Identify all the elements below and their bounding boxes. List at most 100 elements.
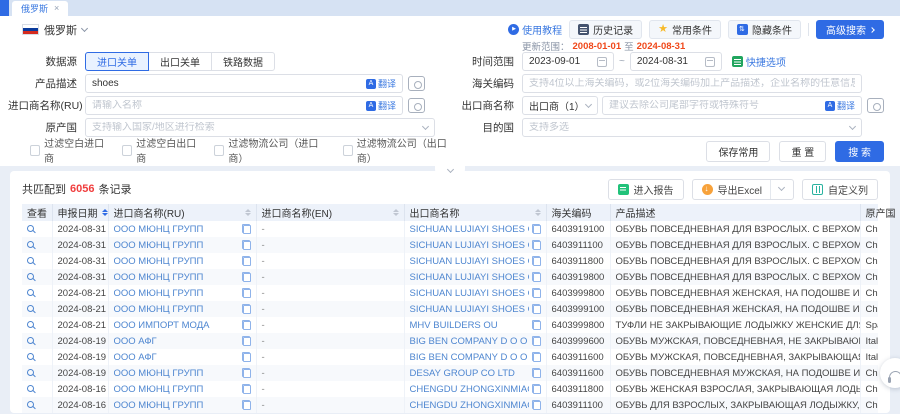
translate-link[interactable]: A 翻译 xyxy=(366,99,396,112)
table-row[interactable]: 2024-08-16 ООО МЮНЦ ГРУПП - CHENGDU ZHON… xyxy=(22,381,878,397)
checkbox-logistics-importer[interactable]: 过滤物流公司（进口商） xyxy=(214,135,327,165)
sort-icon[interactable] xyxy=(393,209,399,216)
table-row[interactable]: 2024-08-31 ООО МЮНЦ ГРУПП - SICHUAN LUJI… xyxy=(22,221,878,237)
quick-options-link[interactable]: 快捷选项 xyxy=(732,54,786,69)
export-excel-button[interactable]: 导出Excel xyxy=(692,179,794,200)
copy-icon[interactable] xyxy=(242,400,251,410)
magnifier-icon[interactable] xyxy=(27,257,34,264)
copy-icon[interactable] xyxy=(242,304,251,314)
save-favorite-button[interactable]: 保存常用 xyxy=(706,141,770,162)
copy-icon[interactable] xyxy=(242,336,251,346)
checkbox-blank-exporter[interactable]: 过滤空白出口商 xyxy=(122,135,199,165)
screenshot-camera-icon[interactable] xyxy=(867,98,884,113)
origin-input[interactable] xyxy=(92,122,419,133)
reset-button[interactable]: 重 置 xyxy=(779,141,826,162)
history-button[interactable]: 历史记录 xyxy=(569,20,642,39)
copy-icon[interactable] xyxy=(532,320,541,330)
hide-conditions-button[interactable]: 隐藏条件 xyxy=(728,20,801,39)
date-start-input[interactable] xyxy=(529,56,593,67)
magnifier-icon[interactable] xyxy=(27,305,34,312)
destination-select[interactable] xyxy=(522,118,862,137)
copy-icon[interactable] xyxy=(532,384,541,394)
sort-icon[interactable] xyxy=(535,209,541,216)
table-row[interactable]: 2024-08-21 ООО МЮНЦ ГРУПП - SICHUAN LUJI… xyxy=(22,285,878,301)
hs-code-input[interactable] xyxy=(529,78,855,89)
checkbox-blank-importer[interactable]: 过滤空白进口商 xyxy=(30,135,107,165)
close-icon[interactable]: × xyxy=(54,4,59,13)
date-start-field[interactable] xyxy=(522,52,614,71)
copy-icon[interactable] xyxy=(532,400,541,410)
copy-icon[interactable] xyxy=(532,288,541,298)
country-selector[interactable]: 俄罗斯 xyxy=(22,22,87,38)
checkbox-icon[interactable] xyxy=(343,145,353,156)
magnifier-icon[interactable] xyxy=(27,401,34,408)
table-row[interactable]: 2024-08-31 ООО МЮНЦ ГРУПП - SICHUAN LUJI… xyxy=(22,269,878,285)
export-dropdown[interactable] xyxy=(770,180,784,199)
table-row[interactable]: 2024-08-19 ООО АФГ - BIG BEN COMPANY D O… xyxy=(22,349,878,365)
exporter-link[interactable]: CHENGDU ZHONGXINMIAO TRADING C xyxy=(410,384,529,395)
importer-ru-link[interactable]: ООО МЮНЦ ГРУПП xyxy=(114,224,239,235)
copy-icon[interactable] xyxy=(242,384,251,394)
copy-icon[interactable] xyxy=(532,304,541,314)
tab-import-customs[interactable]: 进口关单 xyxy=(85,52,149,71)
advanced-search-button[interactable]: 高级搜索 xyxy=(816,20,884,39)
search-button[interactable]: 搜 索 xyxy=(835,141,884,162)
exporter-link[interactable]: SICHUAN LUJIAYI SHOES CO LTD xyxy=(410,256,529,267)
destination-input[interactable] xyxy=(529,122,846,133)
translate-link[interactable]: A 翻译 xyxy=(366,77,396,90)
collapse-panel-handle[interactable] xyxy=(435,166,465,176)
favorites-button[interactable]: ★ 常用条件 xyxy=(649,20,721,39)
magnifier-icon[interactable] xyxy=(27,225,34,232)
exporter-link[interactable]: CHENGDU ZHONGXINMIAO TRADING C xyxy=(410,400,529,411)
copy-icon[interactable] xyxy=(242,320,251,330)
exporter-input[interactable] xyxy=(609,100,821,111)
copy-icon[interactable] xyxy=(532,272,541,282)
copy-icon[interactable] xyxy=(242,352,251,362)
date-end-input[interactable] xyxy=(637,56,701,67)
importer-ru-link[interactable]: ООО МЮНЦ ГРУПП xyxy=(114,400,239,411)
checkbox-logistics-exporter[interactable]: 过滤物流公司（出口商） xyxy=(343,135,456,165)
exporter-link[interactable]: SICHUAN LUJIAYI SHOES CO LTD xyxy=(410,288,529,299)
copy-icon[interactable] xyxy=(532,256,541,266)
magnifier-icon[interactable] xyxy=(27,337,34,344)
importer-ru-link[interactable]: ООО АФГ xyxy=(114,352,239,363)
tab-railway-data[interactable]: 铁路数据 xyxy=(211,52,275,71)
copy-icon[interactable] xyxy=(242,288,251,298)
translate-link[interactable]: A 翻译 xyxy=(825,99,855,112)
exporter-link[interactable]: SICHUAN LUJIAYI SHOES CO LTD xyxy=(410,304,529,315)
table-row[interactable]: 2024-08-31 ООО МЮНЦ ГРУПП - SICHUAN LUJI… xyxy=(22,237,878,253)
screenshot-camera-icon[interactable] xyxy=(408,98,425,113)
copy-icon[interactable] xyxy=(532,240,541,250)
importer-ru-link[interactable]: ООО МЮНЦ ГРУПП xyxy=(114,240,239,251)
copy-icon[interactable] xyxy=(532,352,541,362)
exporter-link[interactable]: SICHUAN LUJIAYI SHOES CO LTD xyxy=(410,272,529,283)
checkbox-icon[interactable] xyxy=(214,145,224,156)
magnifier-icon[interactable] xyxy=(27,273,34,280)
exporter-link[interactable]: BIG BEN COMPANY D O O FROM BEST T xyxy=(410,352,529,363)
sort-icon[interactable] xyxy=(245,209,251,216)
magnifier-icon[interactable] xyxy=(27,353,34,360)
copy-icon[interactable] xyxy=(532,336,541,346)
magnifier-icon[interactable] xyxy=(27,369,34,376)
tab-russia[interactable]: 俄罗斯 × xyxy=(12,1,68,16)
copy-icon[interactable] xyxy=(242,256,251,266)
copy-icon[interactable] xyxy=(242,368,251,378)
exporter-type-select[interactable] xyxy=(522,96,598,115)
importer-ru-link[interactable]: ООО МЮНЦ ГРУПП xyxy=(114,288,239,299)
magnifier-icon[interactable] xyxy=(27,241,34,248)
exporter-type-value[interactable] xyxy=(529,100,582,111)
exporter-link[interactable]: SICHUAN LUJIAYI SHOES CO LTD xyxy=(410,224,529,235)
copy-icon[interactable] xyxy=(242,240,251,250)
enter-report-button[interactable]: 进入报告 xyxy=(608,179,684,200)
sort-icon[interactable] xyxy=(102,209,108,216)
table-row[interactable]: 2024-08-19 ООО АФГ - BIG BEN COMPANY D O… xyxy=(22,333,878,349)
importer-input[interactable] xyxy=(92,100,362,111)
tab-export-customs[interactable]: 出口关单 xyxy=(148,52,212,71)
importer-ru-link[interactable]: ООО МЮНЦ ГРУПП xyxy=(114,384,239,395)
table-row[interactable]: 2024-08-31 ООО МЮНЦ ГРУПП - SICHUAN LUJI… xyxy=(22,253,878,269)
checkbox-icon[interactable] xyxy=(30,145,40,156)
exporter-link[interactable]: DESAY GROUP CO LTD xyxy=(410,368,529,379)
copy-icon[interactable] xyxy=(242,272,251,282)
importer-ru-link[interactable]: ООО МЮНЦ ГРУПП xyxy=(114,368,239,379)
table-row[interactable]: 2024-08-21 ООО ИМПОРТ МОДА - MHV BUILDER… xyxy=(22,317,878,333)
